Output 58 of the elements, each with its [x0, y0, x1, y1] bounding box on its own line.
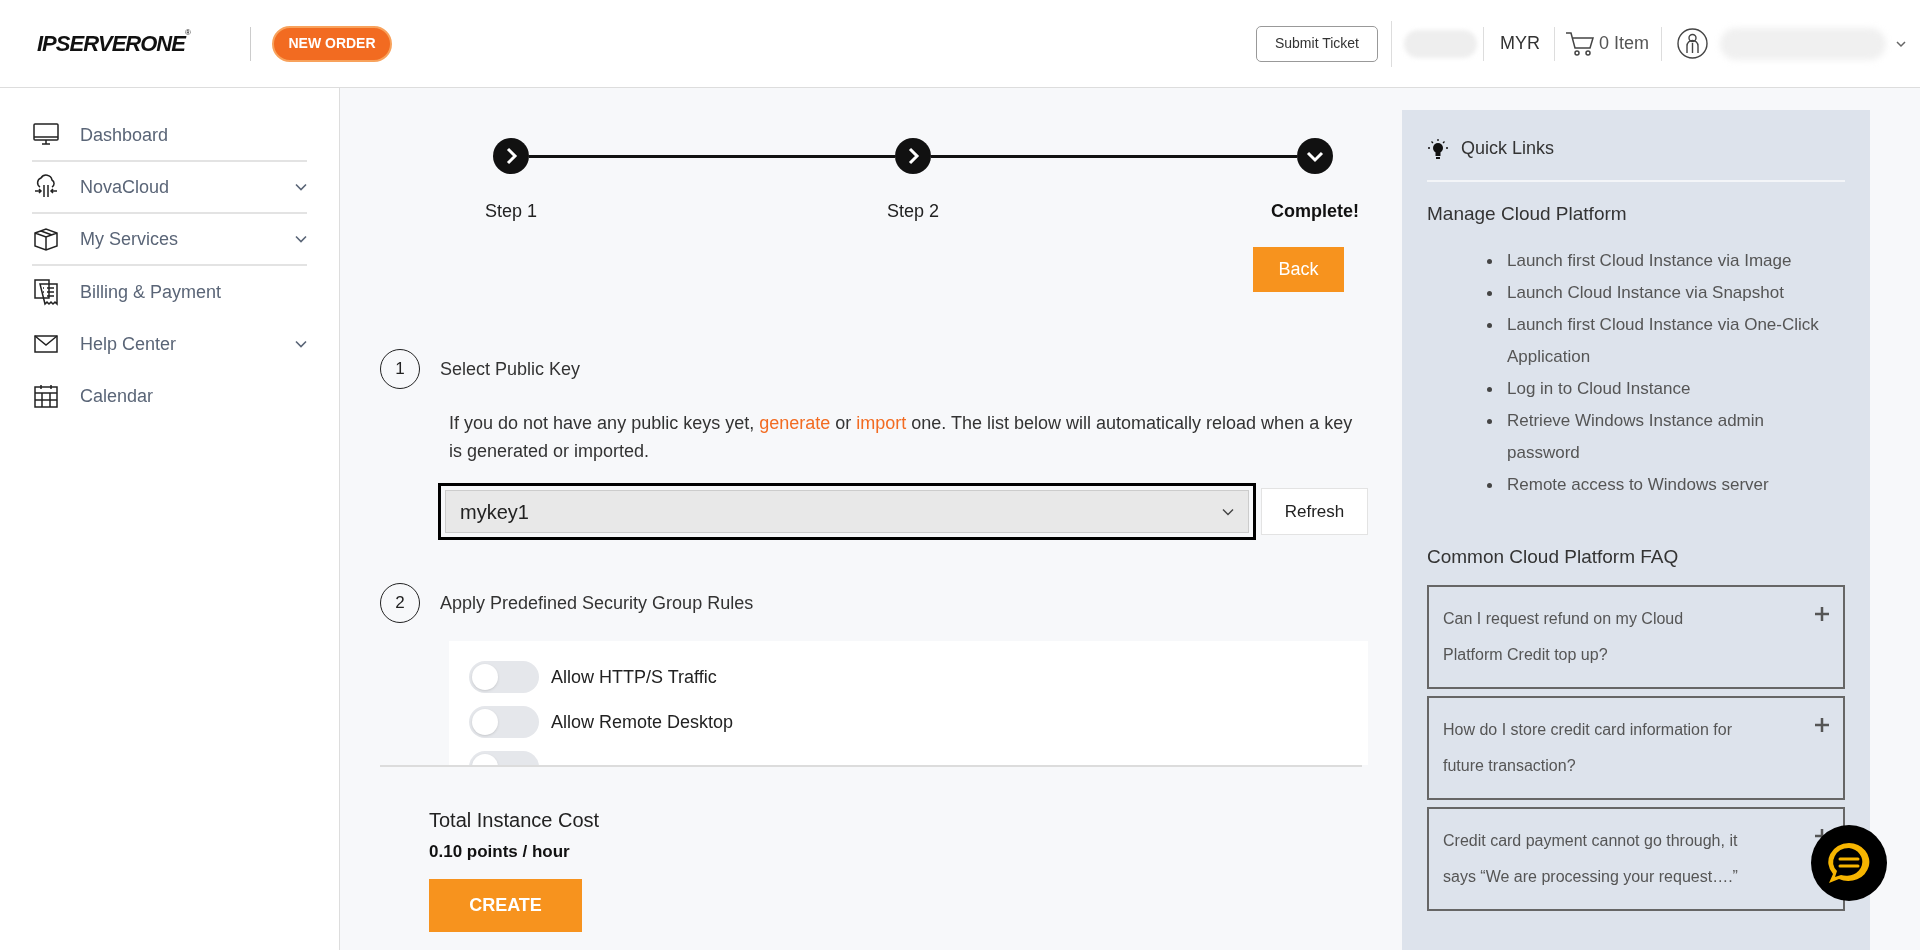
bullet-icon — [1487, 290, 1492, 296]
bullet-icon — [1487, 258, 1492, 264]
currency-selector[interactable]: MYR — [1499, 30, 1540, 57]
toggle-label: Allow Remote Desktop — [551, 710, 734, 734]
section-heading: Common Cloud Platform FAQ — [1427, 544, 1680, 569]
chat-icon — [1826, 841, 1872, 885]
faq-item[interactable]: Credit card payment cannot go through, it says “We are processing your request….” — [1427, 807, 1845, 911]
toggle-switch[interactable] — [469, 661, 539, 693]
total-cost-label: Total Instance Cost — [429, 808, 601, 833]
section-heading: Manage Cloud Platform — [1427, 202, 1628, 226]
help-link[interactable]: Launch Cloud Instance via Snapshot — [1507, 276, 1837, 309]
instructions-text: If you do not have any public keys yet, generate or import one. The list below will automatically reload when a key is generated or imported. — [449, 412, 1354, 463]
cart-icon — [1564, 30, 1595, 57]
bullet-icon — [1487, 322, 1492, 328]
step-label: Step 2 — [886, 200, 939, 223]
sidebar-item[interactable]: Calendar — [32, 370, 307, 422]
bullet-icon — [1487, 482, 1492, 488]
bill-icon — [32, 278, 60, 306]
chevron-down-icon — [295, 183, 307, 191]
sidebar-item[interactable]: Dashboard — [32, 110, 307, 162]
step-label: Step 1 — [484, 200, 537, 223]
sidebar-item[interactable]: Billing & Payment — [32, 266, 307, 318]
bullet-icon — [1487, 418, 1492, 424]
calendar-icon — [32, 382, 60, 410]
cart-link[interactable]: 0 Item — [1564, 30, 1649, 57]
key-select[interactable]: mykey1 — [438, 483, 1256, 540]
user-icon[interactable] — [1677, 28, 1708, 59]
sidebar-item[interactable]: NovaCloud — [32, 162, 307, 214]
faq-question: How do I store credit card information for future transaction? — [1443, 720, 1733, 776]
help-link[interactable]: Log in to Cloud Instance — [1507, 372, 1837, 405]
toggle-label: Allow HTTP/S Traffic — [551, 665, 717, 689]
step-label: Complete! — [1271, 200, 1359, 223]
sidebar-item[interactable]: My Services — [32, 214, 307, 266]
faq-question: Can I request refund on my Cloud Platform Credit top up? — [1443, 609, 1685, 665]
box-icon — [32, 225, 60, 253]
help-link[interactable]: Launch first Cloud Instance via One-Click Application — [1507, 308, 1837, 373]
section-title: Select Public Key — [440, 357, 581, 381]
bullet-icon — [1487, 386, 1492, 392]
faq-question: Credit card payment cannot go through, it says “We are processing your request….” — [1443, 831, 1739, 887]
section-title: Apply Predefined Security Group Rules — [440, 591, 754, 615]
chevron-down-icon[interactable] — [1896, 39, 1906, 48]
help-link[interactable]: Remote access to Windows server — [1507, 468, 1837, 501]
quick-links-title: Quick Links — [1461, 137, 1555, 160]
total-cost-value: 0.10 points / hour — [429, 841, 571, 863]
registered-mark: ® — [184, 27, 191, 37]
logo[interactable]: IPSERVERONE — [37, 27, 185, 60]
faq-item[interactable]: How do I store credit card information for future transaction? — [1427, 696, 1845, 800]
refresh-button[interactable]: Refresh — [1261, 488, 1368, 535]
faq-item[interactable]: Can I request refund on my Cloud Platform Credit top up? — [1427, 585, 1845, 689]
chevron-down-icon — [295, 340, 307, 348]
toggle-switch[interactable] — [469, 706, 539, 738]
chevron-down-icon — [295, 235, 307, 243]
help-link[interactable]: Launch first Cloud Instance via Image — [1507, 244, 1837, 277]
help-link[interactable]: Retrieve Windows Instance admin password — [1507, 404, 1837, 469]
lightbulb-icon — [1427, 137, 1449, 160]
chevron-down-icon — [1222, 507, 1234, 516]
submit-ticket-button[interactable]: Submit Ticket — [1255, 25, 1378, 62]
sidebar-item[interactable]: Help Center — [32, 318, 307, 370]
